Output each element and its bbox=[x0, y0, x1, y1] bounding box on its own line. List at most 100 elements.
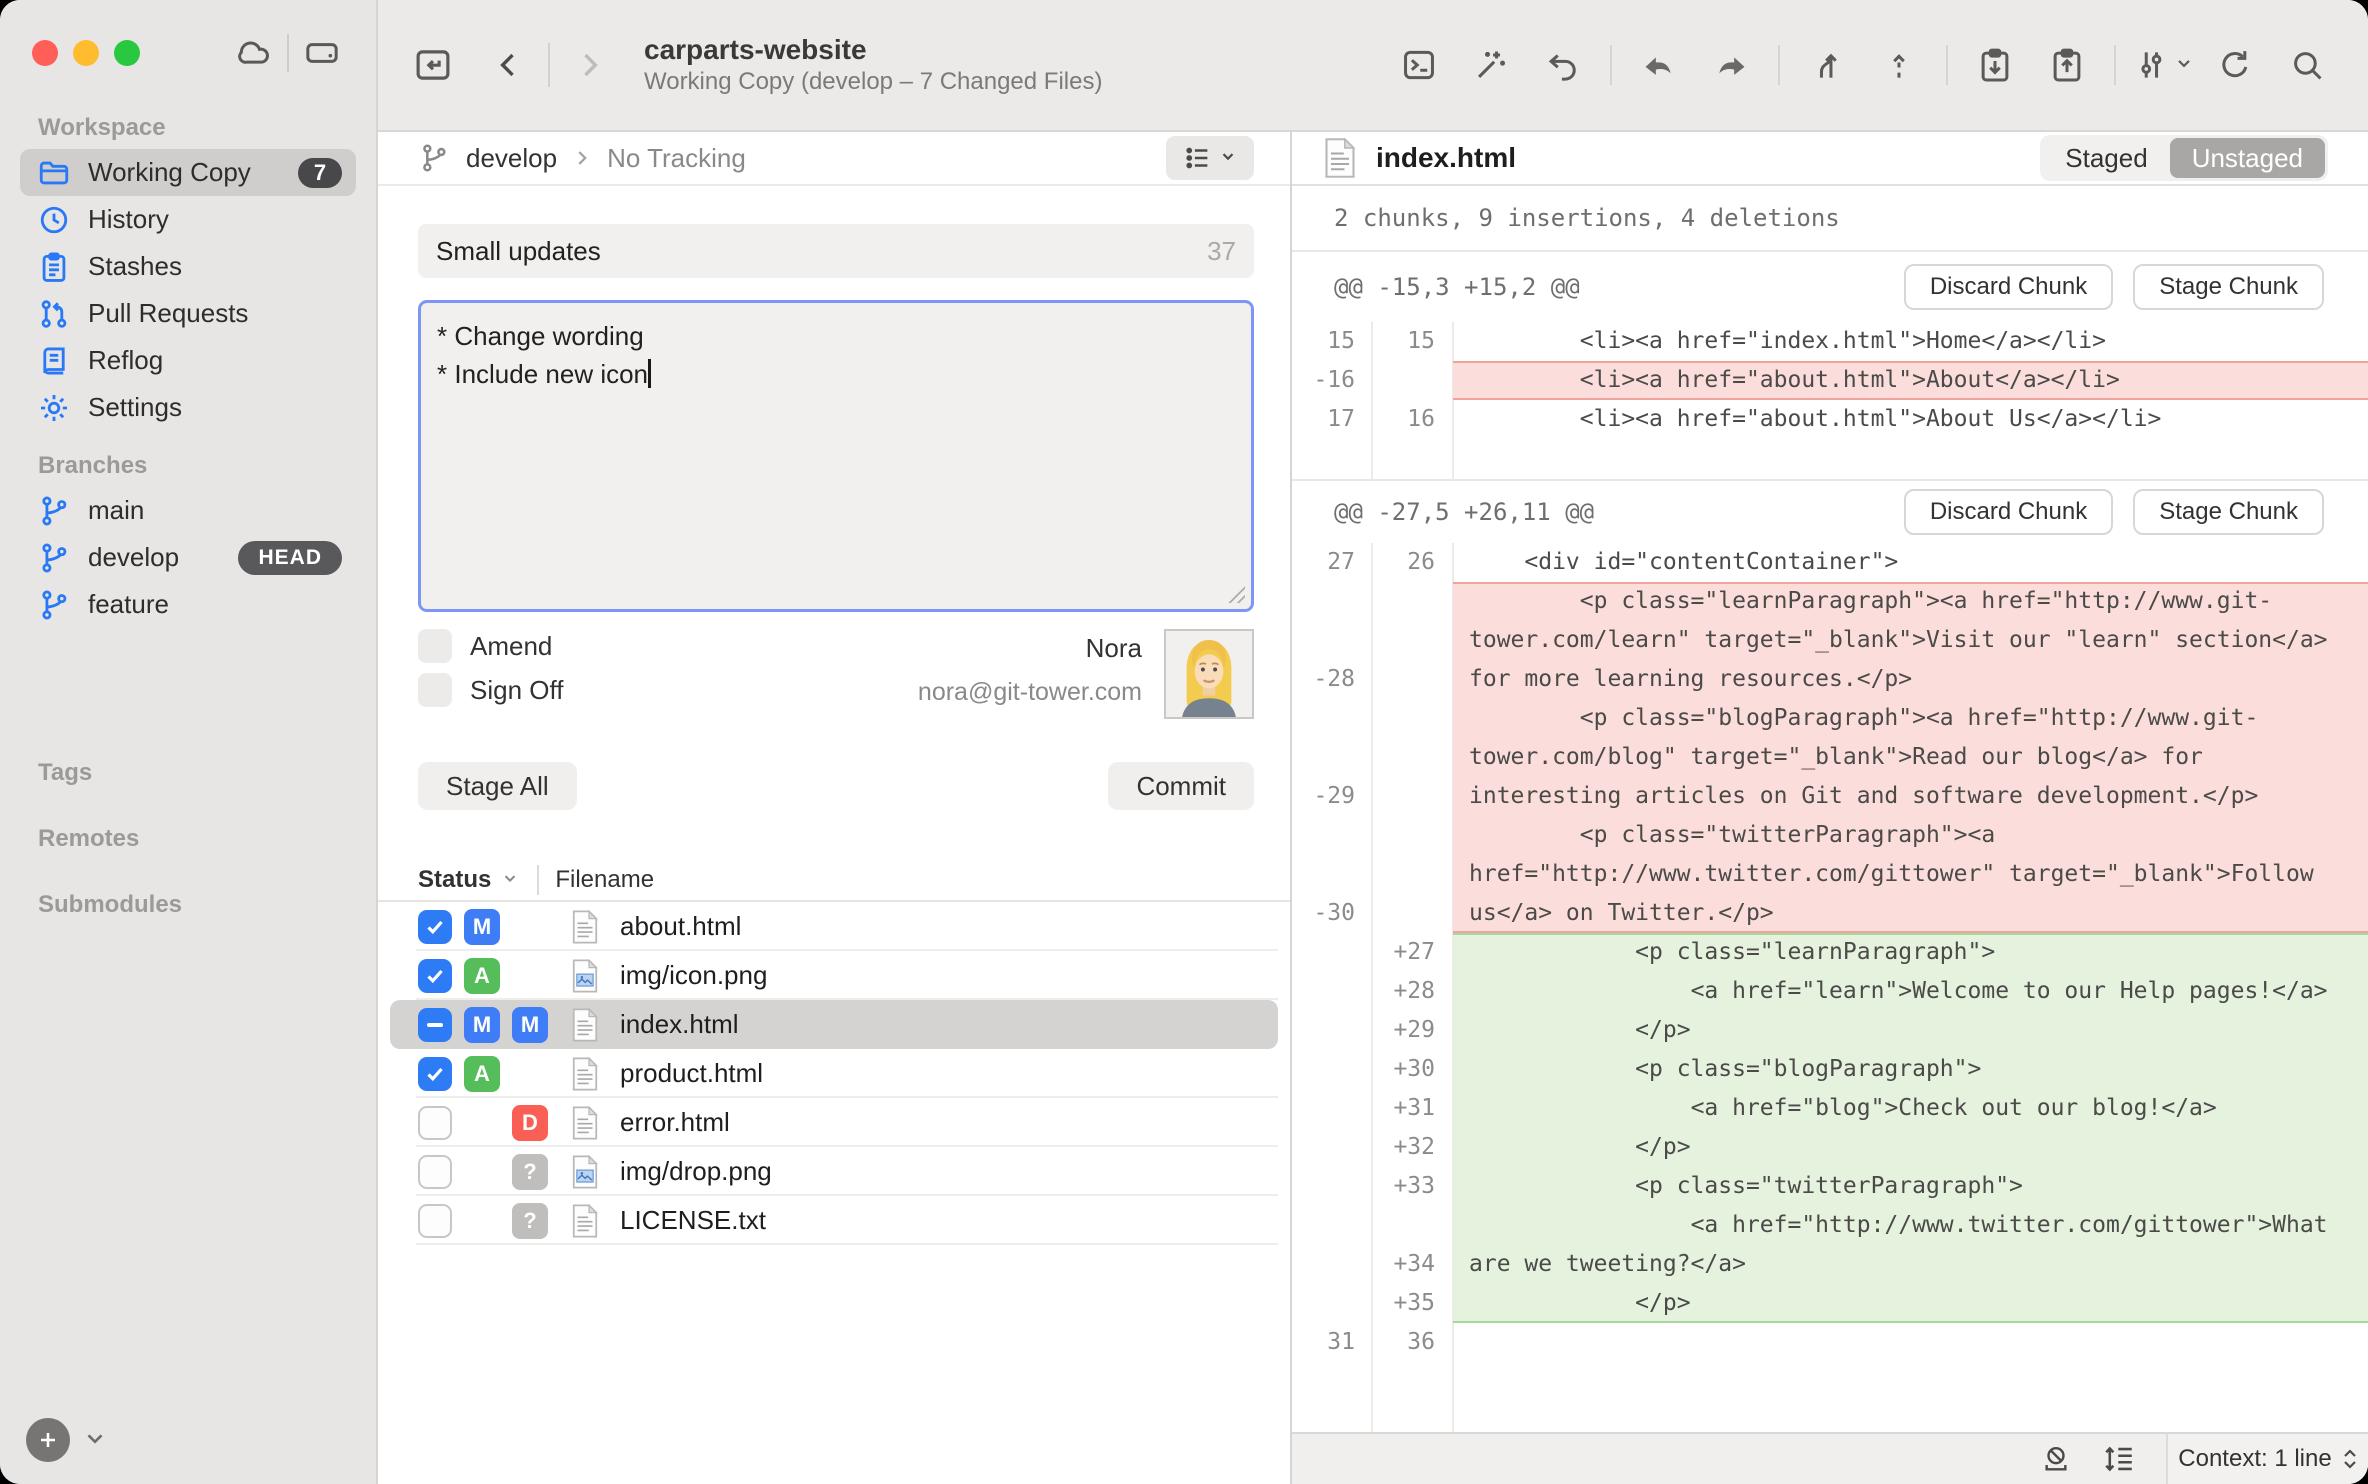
file-row[interactable]: ? img/drop.png bbox=[378, 1147, 1290, 1196]
diff-line: -16 <li><a href="about.html">About</a></… bbox=[1292, 361, 2368, 400]
file-icon bbox=[570, 1007, 600, 1043]
back-button[interactable] bbox=[484, 40, 534, 90]
branch-icon bbox=[34, 585, 74, 625]
add-button[interactable] bbox=[26, 1418, 70, 1462]
changed-files-count-badge: 7 bbox=[298, 158, 342, 188]
diff-filler bbox=[1292, 1362, 2368, 1432]
file-icon bbox=[570, 1154, 600, 1190]
file-icon bbox=[570, 1105, 600, 1141]
tab-unstaged[interactable]: Unstaged bbox=[2170, 138, 2325, 178]
commit-author[interactable]: Nora nora@git-tower.com bbox=[918, 629, 1254, 719]
stage-checkbox[interactable] bbox=[418, 910, 452, 944]
zoom-window-button[interactable] bbox=[114, 40, 140, 66]
merge-icon[interactable] bbox=[1802, 40, 1852, 90]
stash-save-icon[interactable] bbox=[1970, 40, 2020, 90]
commit-description-input[interactable]: * Change wording * Include new icon bbox=[418, 300, 1254, 612]
file-name: index.html bbox=[620, 1009, 739, 1040]
discard-chunk-button[interactable]: Discard Chunk bbox=[1904, 489, 2113, 535]
view-options-button[interactable] bbox=[1166, 136, 1254, 180]
description-line: * Include new icon bbox=[437, 355, 1235, 393]
stash-pop-icon[interactable] bbox=[2042, 40, 2092, 90]
diff-file-name: index.html bbox=[1376, 142, 1516, 174]
discard-chunk-button[interactable]: Discard Chunk bbox=[1904, 264, 2113, 310]
stage-checkbox[interactable] bbox=[418, 1106, 452, 1140]
file-icon bbox=[570, 1056, 600, 1092]
chevron-right-icon bbox=[571, 147, 593, 169]
wand-icon[interactable] bbox=[1466, 40, 1516, 90]
filename-column-header[interactable]: Filename bbox=[555, 866, 654, 894]
avatar bbox=[1164, 629, 1254, 719]
terminal-icon[interactable] bbox=[1394, 40, 1444, 90]
stage-checkbox[interactable] bbox=[418, 1155, 452, 1189]
file-icon bbox=[570, 958, 600, 994]
filters-icon[interactable] bbox=[2138, 40, 2188, 90]
sidebar-section-remotes[interactable]: Remotes bbox=[0, 825, 376, 853]
diff-line: 3136 bbox=[1292, 1323, 2368, 1362]
file-list-rows: M about.html A img/icon.png M M index.ht… bbox=[378, 902, 1290, 1484]
file-row[interactable]: M about.html bbox=[378, 902, 1290, 951]
cloud-services-icon[interactable] bbox=[231, 30, 277, 76]
divider bbox=[2114, 45, 2116, 85]
close-window-button[interactable] bbox=[32, 40, 58, 66]
line-spacing-icon[interactable] bbox=[2102, 1442, 2136, 1476]
undo-icon[interactable] bbox=[1538, 40, 1588, 90]
sidebar-item-settings[interactable]: Settings bbox=[20, 384, 356, 431]
unstaged-status-badge: ? bbox=[512, 1154, 548, 1190]
unstaged-status-badge bbox=[512, 1056, 548, 1092]
show-repository-in-finder-icon[interactable] bbox=[408, 40, 458, 90]
minimize-window-button[interactable] bbox=[73, 40, 99, 66]
stashes-clipboard-icon bbox=[34, 247, 74, 287]
file-row[interactable]: A img/icon.png bbox=[378, 951, 1290, 1000]
resize-grip[interactable] bbox=[1227, 585, 1245, 603]
staged-status-badge bbox=[464, 1154, 500, 1190]
diff-line: +30 <p class="blogParagraph"> bbox=[1292, 1050, 2368, 1089]
file-row[interactable]: M M index.html bbox=[390, 1000, 1278, 1049]
file-name: LICENSE.txt bbox=[620, 1205, 766, 1236]
window-title: carparts-website Working Copy (develop –… bbox=[644, 34, 1102, 96]
stage-checkbox[interactable] bbox=[418, 959, 452, 993]
sign-off-checkbox[interactable] bbox=[418, 673, 452, 707]
rebase-icon[interactable] bbox=[1874, 40, 1924, 90]
file-row[interactable]: ? LICENSE.txt bbox=[378, 1196, 1290, 1245]
status-column-header[interactable]: Status bbox=[418, 866, 491, 894]
redo-arrow-icon[interactable] bbox=[1706, 40, 1756, 90]
commit-button[interactable]: Commit bbox=[1108, 762, 1254, 810]
stage-checkbox[interactable] bbox=[418, 1204, 452, 1238]
tab-staged[interactable]: Staged bbox=[2043, 138, 2169, 178]
stage-chunk-button[interactable]: Stage Chunk bbox=[2133, 264, 2324, 310]
local-repositories-icon[interactable] bbox=[299, 30, 345, 76]
file-row[interactable]: A product.html bbox=[378, 1049, 1290, 1098]
stage-checkbox[interactable] bbox=[418, 1057, 452, 1091]
stage-checkbox[interactable] bbox=[418, 1008, 452, 1042]
sidebar-item-stashes[interactable]: Stashes bbox=[20, 243, 356, 290]
stage-all-button[interactable]: Stage All bbox=[418, 762, 577, 810]
sidebar-section-submodules[interactable]: Submodules bbox=[0, 891, 376, 919]
sidebar-item-branch-feature[interactable]: feature bbox=[20, 581, 356, 628]
sidebar-item-branch-main[interactable]: main bbox=[20, 487, 356, 534]
chevron-down-icon[interactable] bbox=[82, 1425, 108, 1456]
diff-line: +27 <p class="learnParagraph"> bbox=[1292, 933, 2368, 972]
file-icon bbox=[1322, 137, 1358, 179]
ignore-whitespace-icon[interactable] bbox=[2040, 1443, 2072, 1475]
chunk-header: @@ -27,5 +26,11 @@ Discard Chunk Stage C… bbox=[1292, 479, 2368, 543]
current-branch-label[interactable]: develop bbox=[466, 143, 557, 174]
sidebar-item-history[interactable]: History bbox=[20, 196, 356, 243]
sidebar-section-tags[interactable]: Tags bbox=[0, 759, 376, 787]
sidebar-item-branch-develop[interactable]: develop HEAD bbox=[20, 534, 356, 581]
staged-status-badge bbox=[464, 1203, 500, 1239]
amend-label: Amend bbox=[470, 631, 552, 662]
commit-subject-input[interactable]: Small updates 37 bbox=[418, 224, 1254, 278]
forward-button[interactable] bbox=[564, 40, 614, 90]
discard-arrow-icon[interactable] bbox=[1634, 40, 1684, 90]
sidebar-item-working-copy[interactable]: Working Copy 7 bbox=[20, 149, 356, 196]
sidebar-item-pull-requests[interactable]: Pull Requests bbox=[20, 290, 356, 337]
amend-checkbox[interactable] bbox=[418, 629, 452, 663]
file-row[interactable]: D error.html bbox=[378, 1098, 1290, 1147]
stage-chunk-button[interactable]: Stage Chunk bbox=[2133, 489, 2324, 535]
refresh-icon[interactable] bbox=[2210, 40, 2260, 90]
sidebar-item-reflog[interactable]: Reflog bbox=[20, 337, 356, 384]
divider bbox=[287, 34, 289, 72]
context-stepper[interactable]: Context: 1 line bbox=[2168, 1434, 2368, 1484]
chevron-down-icon bbox=[2174, 53, 2194, 78]
search-icon[interactable] bbox=[2282, 40, 2332, 90]
